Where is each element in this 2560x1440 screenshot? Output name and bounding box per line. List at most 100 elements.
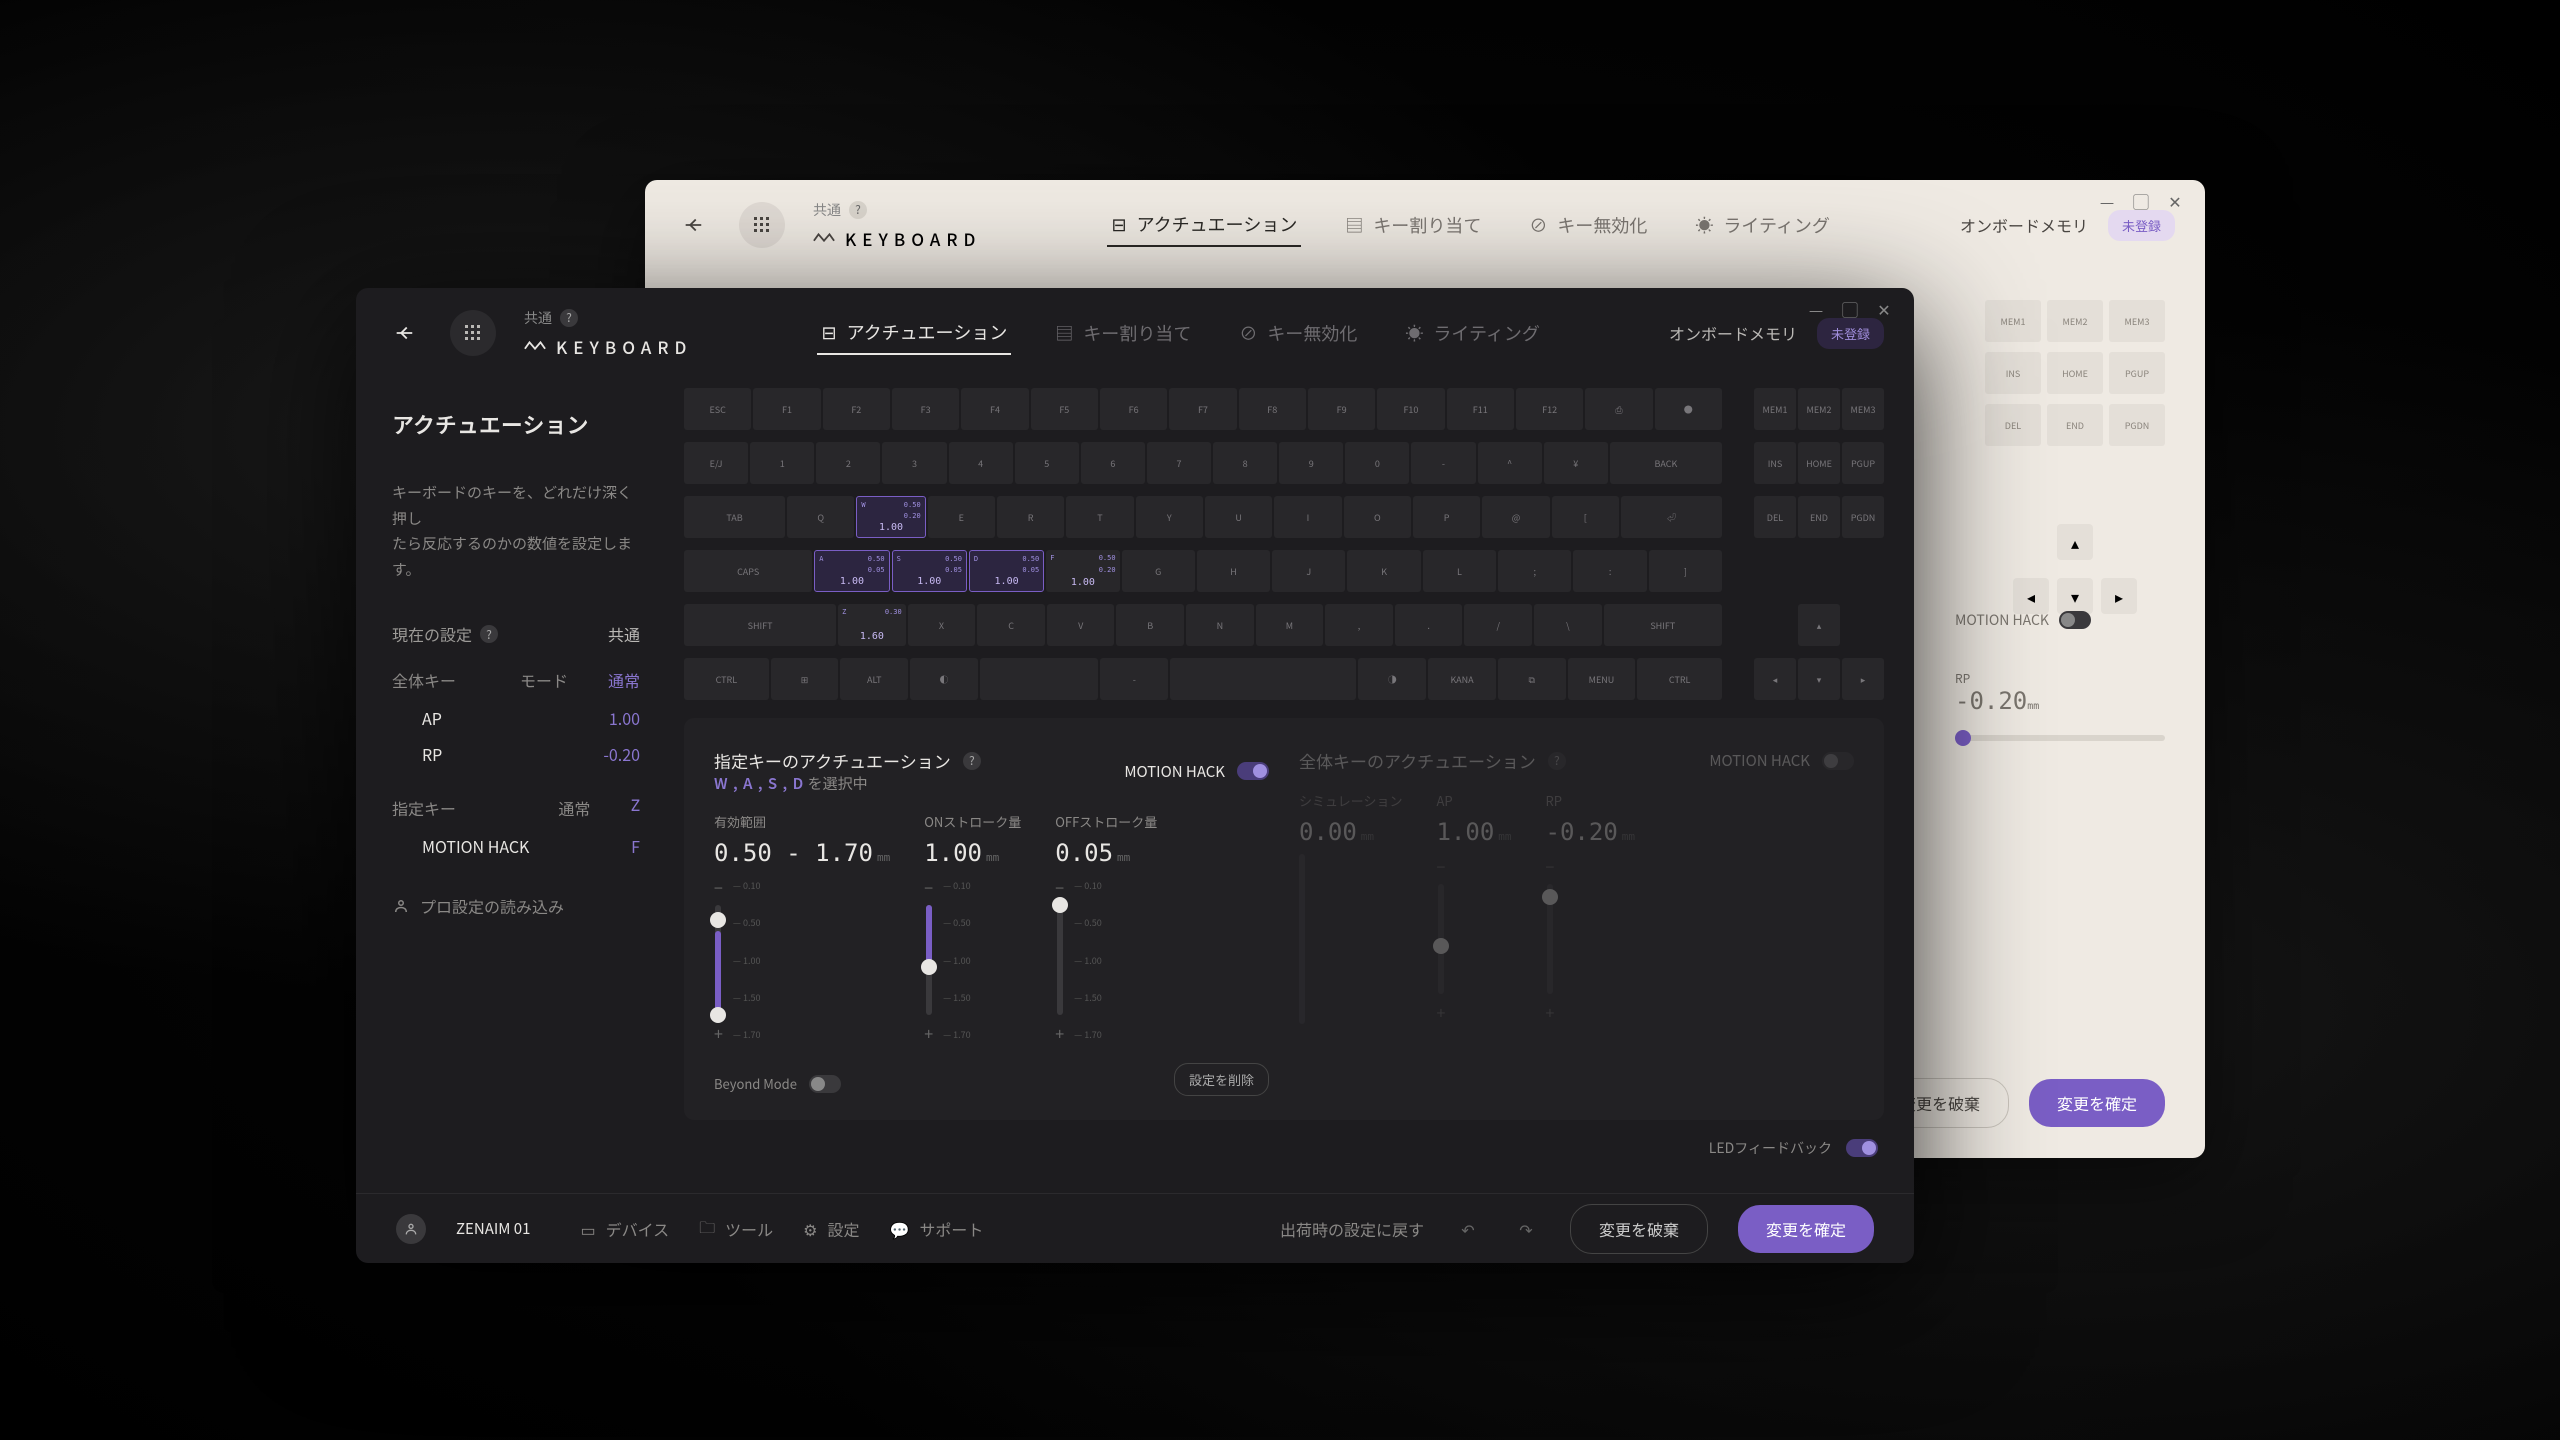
- key[interactable]: PGUP: [1842, 442, 1884, 484]
- key[interactable]: 6: [1081, 442, 1145, 484]
- key[interactable]: ESC: [684, 388, 751, 430]
- tab-keymap[interactable]: ▤キー割り当て: [1341, 203, 1485, 247]
- close-icon[interactable]: ✕: [1874, 300, 1894, 318]
- tab-actuation[interactable]: ⊟アクチュエーション: [817, 311, 1011, 355]
- discard-button[interactable]: 変更を破棄: [1570, 1204, 1708, 1254]
- key[interactable]: 1: [750, 442, 814, 484]
- key[interactable]: MEM3: [2109, 300, 2165, 342]
- arrow-right-icon[interactable]: ▸: [2101, 578, 2137, 614]
- arrow-down-icon[interactable]: ▾: [2057, 578, 2093, 614]
- key[interactable]: [1170, 658, 1356, 700]
- arrow-up-icon[interactable]: ▴: [2057, 524, 2093, 560]
- key[interactable]: F4: [961, 388, 1028, 430]
- key[interactable]: END: [1798, 496, 1840, 538]
- key[interactable]: 4: [949, 442, 1013, 484]
- tab-lighting[interactable]: ☀ライティング: [1691, 203, 1834, 247]
- key[interactable]: C: [977, 604, 1045, 646]
- key[interactable]: S0.500.051.00: [892, 550, 967, 592]
- key[interactable]: 2: [816, 442, 880, 484]
- key[interactable]: F5: [1031, 388, 1098, 430]
- key[interactable]: SHIFT: [684, 604, 836, 646]
- key[interactable]: F6: [1100, 388, 1167, 430]
- key[interactable]: -: [1100, 658, 1168, 700]
- key[interactable]: ⧉: [1498, 658, 1566, 700]
- key[interactable]: ^: [1478, 442, 1542, 484]
- motion-hack-toggle[interactable]: [1237, 762, 1269, 780]
- key[interactable]: ⏎: [1621, 496, 1722, 538]
- key[interactable]: R: [997, 496, 1064, 538]
- key[interactable]: F10: [1377, 388, 1444, 430]
- key[interactable]: INS: [1985, 352, 2041, 394]
- key[interactable]: E/J: [684, 442, 748, 484]
- arrow-up-key[interactable]: ▴: [1798, 604, 1840, 646]
- device-link[interactable]: ▭デバイス: [580, 1217, 669, 1241]
- key[interactable]: CTRL: [1637, 658, 1722, 700]
- key[interactable]: PGDN: [2109, 404, 2165, 446]
- key[interactable]: .: [1395, 604, 1463, 646]
- help-icon[interactable]: ?: [849, 201, 867, 219]
- key[interactable]: J: [1272, 550, 1345, 592]
- key[interactable]: :: [1573, 550, 1646, 592]
- undo-icon[interactable]: ↶: [1454, 1215, 1482, 1243]
- key[interactable]: [980, 658, 1099, 700]
- apply-button[interactable]: 変更を確定: [2029, 1079, 2165, 1127]
- key[interactable]: ⊞: [771, 658, 839, 700]
- key[interactable]: V: [1047, 604, 1115, 646]
- key[interactable]: K: [1347, 550, 1420, 592]
- key[interactable]: -: [1411, 442, 1475, 484]
- key[interactable]: ⎙: [1585, 388, 1652, 430]
- back-button[interactable]: [675, 207, 711, 243]
- key[interactable]: P: [1413, 496, 1480, 538]
- key[interactable]: F1: [753, 388, 820, 430]
- key[interactable]: D0.500.051.00: [969, 550, 1044, 592]
- key[interactable]: ;: [1498, 550, 1571, 592]
- key[interactable]: U: [1205, 496, 1272, 538]
- memory-badge[interactable]: 未登録: [2108, 210, 2175, 241]
- key[interactable]: F9: [1308, 388, 1375, 430]
- key[interactable]: Y: [1136, 496, 1203, 538]
- beyond-toggle[interactable]: [809, 1075, 841, 1093]
- key[interactable]: END: [2047, 404, 2103, 446]
- minimize-icon[interactable]: —: [2097, 192, 2117, 210]
- plus-icon[interactable]: +: [924, 1021, 933, 1045]
- arrow-left-key[interactable]: ◂: [1754, 658, 1796, 700]
- key[interactable]: ◑: [1358, 658, 1426, 700]
- key[interactable]: PGUP: [2109, 352, 2165, 394]
- apps-button[interactable]: [450, 310, 496, 356]
- key[interactable]: HOME: [1798, 442, 1840, 484]
- key[interactable]: O: [1344, 496, 1411, 538]
- key[interactable]: TAB: [684, 496, 785, 538]
- key[interactable]: 5: [1015, 442, 1079, 484]
- key[interactable]: T: [1066, 496, 1133, 538]
- key[interactable]: MEM3: [1842, 388, 1884, 430]
- key[interactable]: 8: [1213, 442, 1277, 484]
- apply-button[interactable]: 変更を確定: [1738, 1205, 1874, 1253]
- key[interactable]: M: [1256, 604, 1324, 646]
- settings-link[interactable]: ⚙設定: [803, 1217, 859, 1241]
- help-icon[interactable]: ?: [560, 309, 578, 327]
- help-icon[interactable]: ?: [480, 625, 498, 643]
- key[interactable]: ALT: [840, 658, 908, 700]
- key[interactable]: CAPS: [684, 550, 812, 592]
- key[interactable]: CTRL: [684, 658, 769, 700]
- key[interactable]: MEM2: [1798, 388, 1840, 430]
- clear-settings-button[interactable]: 設定を削除: [1174, 1063, 1269, 1096]
- key[interactable]: G: [1122, 550, 1195, 592]
- help-icon[interactable]: ?: [963, 752, 981, 770]
- key[interactable]: KANA: [1428, 658, 1496, 700]
- key[interactable]: Z0.301.60: [838, 604, 906, 646]
- tool-link[interactable]: 🗀ツール: [699, 1214, 773, 1244]
- minus-icon[interactable]: −: [714, 875, 723, 899]
- led-toggle[interactable]: [1846, 1139, 1878, 1157]
- key[interactable]: W0.500.201.00: [856, 496, 925, 538]
- key[interactable]: Q: [787, 496, 854, 538]
- key[interactable]: 3: [882, 442, 946, 484]
- minus-icon[interactable]: −: [1055, 875, 1064, 899]
- key[interactable]: I: [1274, 496, 1341, 538]
- key[interactable]: 7: [1147, 442, 1211, 484]
- plus-icon[interactable]: +: [714, 1021, 723, 1045]
- tab-disable[interactable]: ⊘キー無効化: [1525, 203, 1651, 247]
- key[interactable]: 0: [1345, 442, 1409, 484]
- slider-thumb[interactable]: [1955, 730, 1971, 746]
- key[interactable]: E: [928, 496, 995, 538]
